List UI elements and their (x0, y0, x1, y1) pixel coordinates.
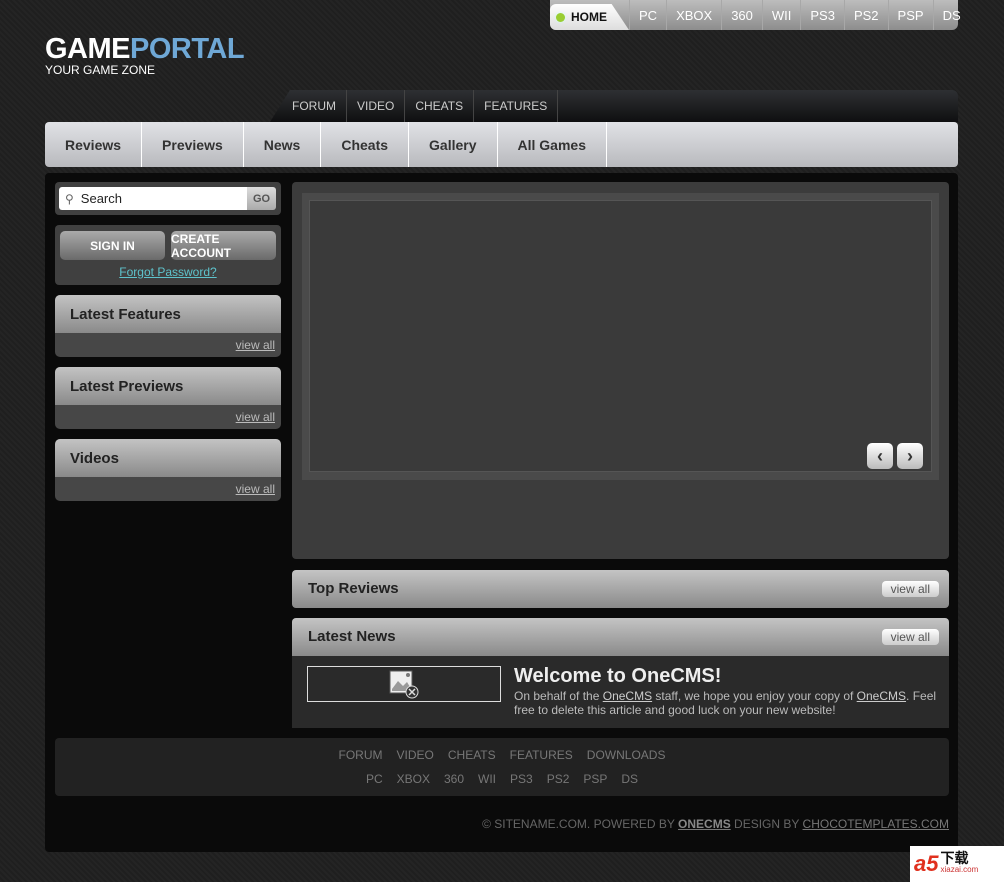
latest-news-header: Latest News view all (292, 618, 949, 656)
news-text: On behalf of the (514, 689, 603, 703)
top-reviews-header: Top Reviews view all (292, 570, 949, 608)
subnav-features[interactable]: FEATURES (474, 90, 559, 122)
nav-ps2[interactable]: PS2 (843, 0, 888, 30)
mainnav-gallery[interactable]: Gallery (409, 122, 498, 167)
search-input[interactable]: ⚲ Search (59, 187, 247, 210)
footer-xbox[interactable]: XBOX (390, 772, 437, 786)
footer-nav: FORUM VIDEO CHEATS FEATURES DOWNLOADS PC… (55, 738, 949, 796)
footer-wii[interactable]: WII (471, 772, 503, 786)
footer-pc[interactable]: PC (359, 772, 390, 786)
nav-ds[interactable]: DS (932, 0, 970, 30)
watermark-logo: a5 下载 xiazai.com (910, 846, 1004, 882)
nav-360[interactable]: 360 (721, 0, 762, 30)
view-all-button[interactable]: view all (881, 629, 939, 645)
mainnav-cheats[interactable]: Cheats (321, 122, 410, 167)
mainnav-reviews[interactable]: Reviews (45, 122, 143, 167)
latest-features-panel: Latest Features view all (55, 295, 281, 357)
panel-title: Videos (55, 439, 281, 477)
footer-ps2[interactable]: PS2 (540, 772, 577, 786)
nav-wii[interactable]: WII (761, 0, 801, 30)
watermark-text: 下载 (940, 850, 969, 866)
search-placeholder: Search (80, 191, 122, 206)
nav-pc[interactable]: PC (629, 0, 666, 30)
latest-previews-panel: Latest Previews view all (55, 367, 281, 429)
footer-downloads[interactable]: DOWNLOADS (580, 748, 673, 762)
logo-part2: PORTAL (130, 33, 245, 65)
main-nav: Reviews Previews News Cheats Gallery All… (45, 122, 958, 167)
nav-home[interactable]: HOME (550, 4, 629, 30)
onecms-link[interactable]: OneCMS (603, 689, 652, 703)
panel-title: Latest Features (55, 295, 281, 333)
videos-panel: Videos view all (55, 439, 281, 501)
footer-psp[interactable]: PSP (576, 772, 614, 786)
platform-nav: HOME PC XBOX 360 WII PS3 PS2 PSP DS (550, 0, 961, 30)
subnav-video[interactable]: VIDEO (347, 90, 406, 122)
footer-video[interactable]: VIDEO (390, 748, 441, 762)
nav-ps3[interactable]: PS3 (800, 0, 844, 30)
slider-next-button[interactable]: › (897, 443, 923, 469)
news-thumbnail[interactable] (307, 666, 501, 702)
news-body: On behalf of the OneCMS staff, we hope y… (514, 689, 939, 717)
search-go-button[interactable]: GO (247, 187, 276, 210)
news-text: staff, we hope you enjoy your copy of (652, 689, 857, 703)
onecms-link[interactable]: ONECMS (678, 817, 731, 831)
broken-image-icon (389, 670, 419, 699)
view-all-link[interactable]: view all (55, 333, 281, 357)
slider-prev-button[interactable]: ‹ (867, 443, 893, 469)
footer-360[interactable]: 360 (437, 772, 471, 786)
footer-cheats[interactable]: CHEATS (441, 748, 503, 762)
mainnav-previews[interactable]: Previews (142, 122, 244, 167)
section-title: Top Reviews (308, 580, 399, 597)
footer-ps3[interactable]: PS3 (503, 772, 540, 786)
forgot-password-link[interactable]: Forgot Password? (55, 265, 281, 279)
status-dot-icon (556, 12, 565, 22)
slide-image[interactable] (309, 200, 932, 472)
onecms-link[interactable]: OneCMS (857, 689, 906, 703)
designer-link[interactable]: CHOCOTEMPLATES.COM (803, 817, 949, 831)
footer-ds[interactable]: DS (614, 772, 645, 786)
copyright: © SITENAME.COM. POWERED BY ONECMS DESIGN… (482, 817, 949, 831)
nav-xbox[interactable]: XBOX (666, 0, 721, 30)
sign-in-button[interactable]: SIGN IN (60, 231, 165, 260)
secondary-nav: FORUM VIDEO CHEATS FEATURES (270, 90, 958, 122)
site-logo[interactable]: GAMEPORTAL (45, 33, 245, 66)
nav-psp[interactable]: PSP (887, 0, 933, 30)
panel-title: Latest Previews (55, 367, 281, 405)
view-all-link[interactable]: view all (55, 477, 281, 501)
footer-features[interactable]: FEATURES (503, 748, 580, 762)
news-title[interactable]: Welcome to OneCMS! (514, 665, 721, 688)
search-icon: ⚲ (65, 191, 74, 206)
mainnav-all-games[interactable]: All Games (498, 122, 607, 167)
view-all-button[interactable]: view all (881, 581, 939, 597)
copyright-text: DESIGN BY (730, 817, 803, 831)
create-account-button[interactable]: CREATE ACCOUNT (171, 231, 276, 260)
view-all-link[interactable]: view all (55, 405, 281, 429)
subnav-cheats[interactable]: CHEATS (405, 90, 475, 122)
section-title: Latest News (308, 628, 396, 645)
subnav-forum[interactable]: FORUM (282, 90, 347, 122)
mainnav-news[interactable]: News (244, 122, 322, 167)
copyright-text: © SITENAME.COM. POWERED BY (482, 817, 679, 831)
footer-forum[interactable]: FORUM (332, 748, 390, 762)
logo-part1: GAME (45, 33, 131, 65)
tagline: YOUR GAME ZONE (45, 63, 156, 77)
watermark-sub: xiazai.com (940, 865, 979, 874)
watermark-mark: a5 (914, 851, 939, 876)
home-label: HOME (571, 10, 607, 24)
